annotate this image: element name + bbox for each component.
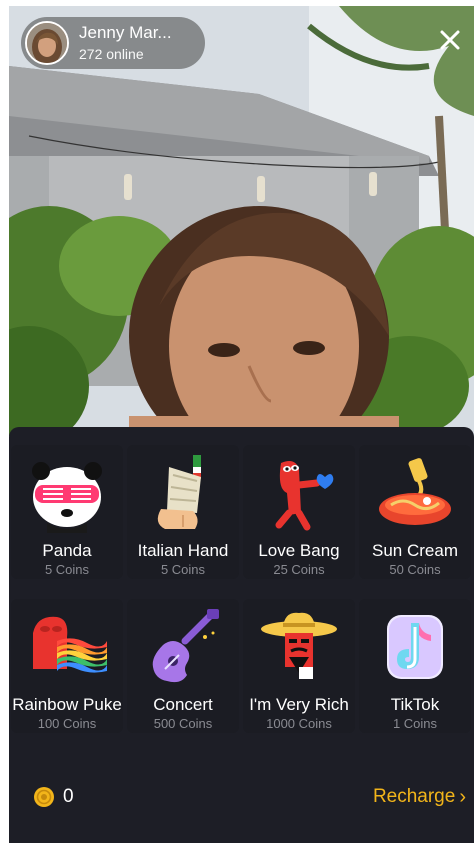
gift-item-love-bang[interactable]: Love Bang 25 Coins: [243, 445, 355, 579]
gift-item-sun-cream[interactable]: Sun Cream 50 Coins: [359, 445, 471, 579]
gift-name: Panda: [42, 541, 92, 560]
gift-name: Love Bang: [258, 541, 340, 560]
balance-value: 0: [63, 786, 74, 807]
close-icon: [440, 30, 460, 50]
chevron-right-icon: ›: [459, 785, 466, 808]
rich-cowboy-icon: [261, 612, 337, 679]
gift-name: Italian Hand: [137, 541, 229, 560]
gift-price: 50 Coins: [389, 562, 441, 577]
love-bang-icon: [275, 461, 334, 531]
host-info-pill[interactable]: Jenny Mar... 272 online: [21, 17, 205, 69]
panda-icon: [32, 462, 102, 533]
gift-item-very-rich[interactable]: I'm Very Rich 1000 Coins: [243, 599, 355, 733]
gift-name: Sun Cream: [372, 541, 458, 560]
gift-item-concert[interactable]: Concert 500 Coins: [127, 599, 239, 733]
gift-price: 5 Coins: [160, 562, 206, 577]
gift-name: I'm Very Rich: [249, 695, 349, 714]
live-stream-screen: Jenny Mar... 272 online Panda 5 Coins It…: [9, 6, 474, 843]
gift-item-tiktok[interactable]: TikTok 1 Coins: [359, 599, 471, 733]
coin-icon: [34, 787, 54, 807]
gift-item-rainbow-puke[interactable]: Rainbow Puke 100 Coins: [11, 599, 123, 733]
close-button[interactable]: [434, 24, 466, 56]
tiktok-icon: [387, 615, 443, 679]
gift-name: Rainbow Puke: [12, 695, 122, 714]
gift-price: 5 Coins: [44, 562, 90, 577]
rainbow-puke-icon: [33, 616, 107, 673]
coin-balance: 0: [33, 784, 74, 810]
gift-name: Concert: [153, 695, 213, 714]
viewer-count: 272 online: [79, 46, 144, 62]
recharge-button[interactable]: Recharge ›: [373, 784, 466, 810]
recharge-label: Recharge: [372, 786, 456, 807]
gift-price: 100 Coins: [37, 716, 97, 731]
gift-price: 1000 Coins: [266, 716, 332, 731]
gift-item-italian-hand[interactable]: Italian Hand 5 Coins: [127, 445, 239, 579]
host-avatar[interactable]: [25, 21, 69, 65]
guitar-icon: [152, 609, 219, 683]
gift-item-panda[interactable]: Panda 5 Coins: [11, 445, 123, 579]
gift-panel: Panda 5 Coins Italian Hand 5 Coins Love …: [9, 427, 474, 843]
gift-price: 500 Coins: [153, 716, 213, 731]
gift-grid: Panda 5 Coins Italian Hand 5 Coins Love …: [9, 445, 474, 733]
gift-price: 25 Coins: [273, 562, 325, 577]
gift-name: TikTok: [390, 695, 440, 714]
italian-hand-icon: [157, 455, 201, 529]
gift-price: 1 Coins: [392, 716, 438, 731]
sun-cream-icon: [379, 458, 451, 525]
host-name: Jenny Mar...: [79, 23, 172, 42]
